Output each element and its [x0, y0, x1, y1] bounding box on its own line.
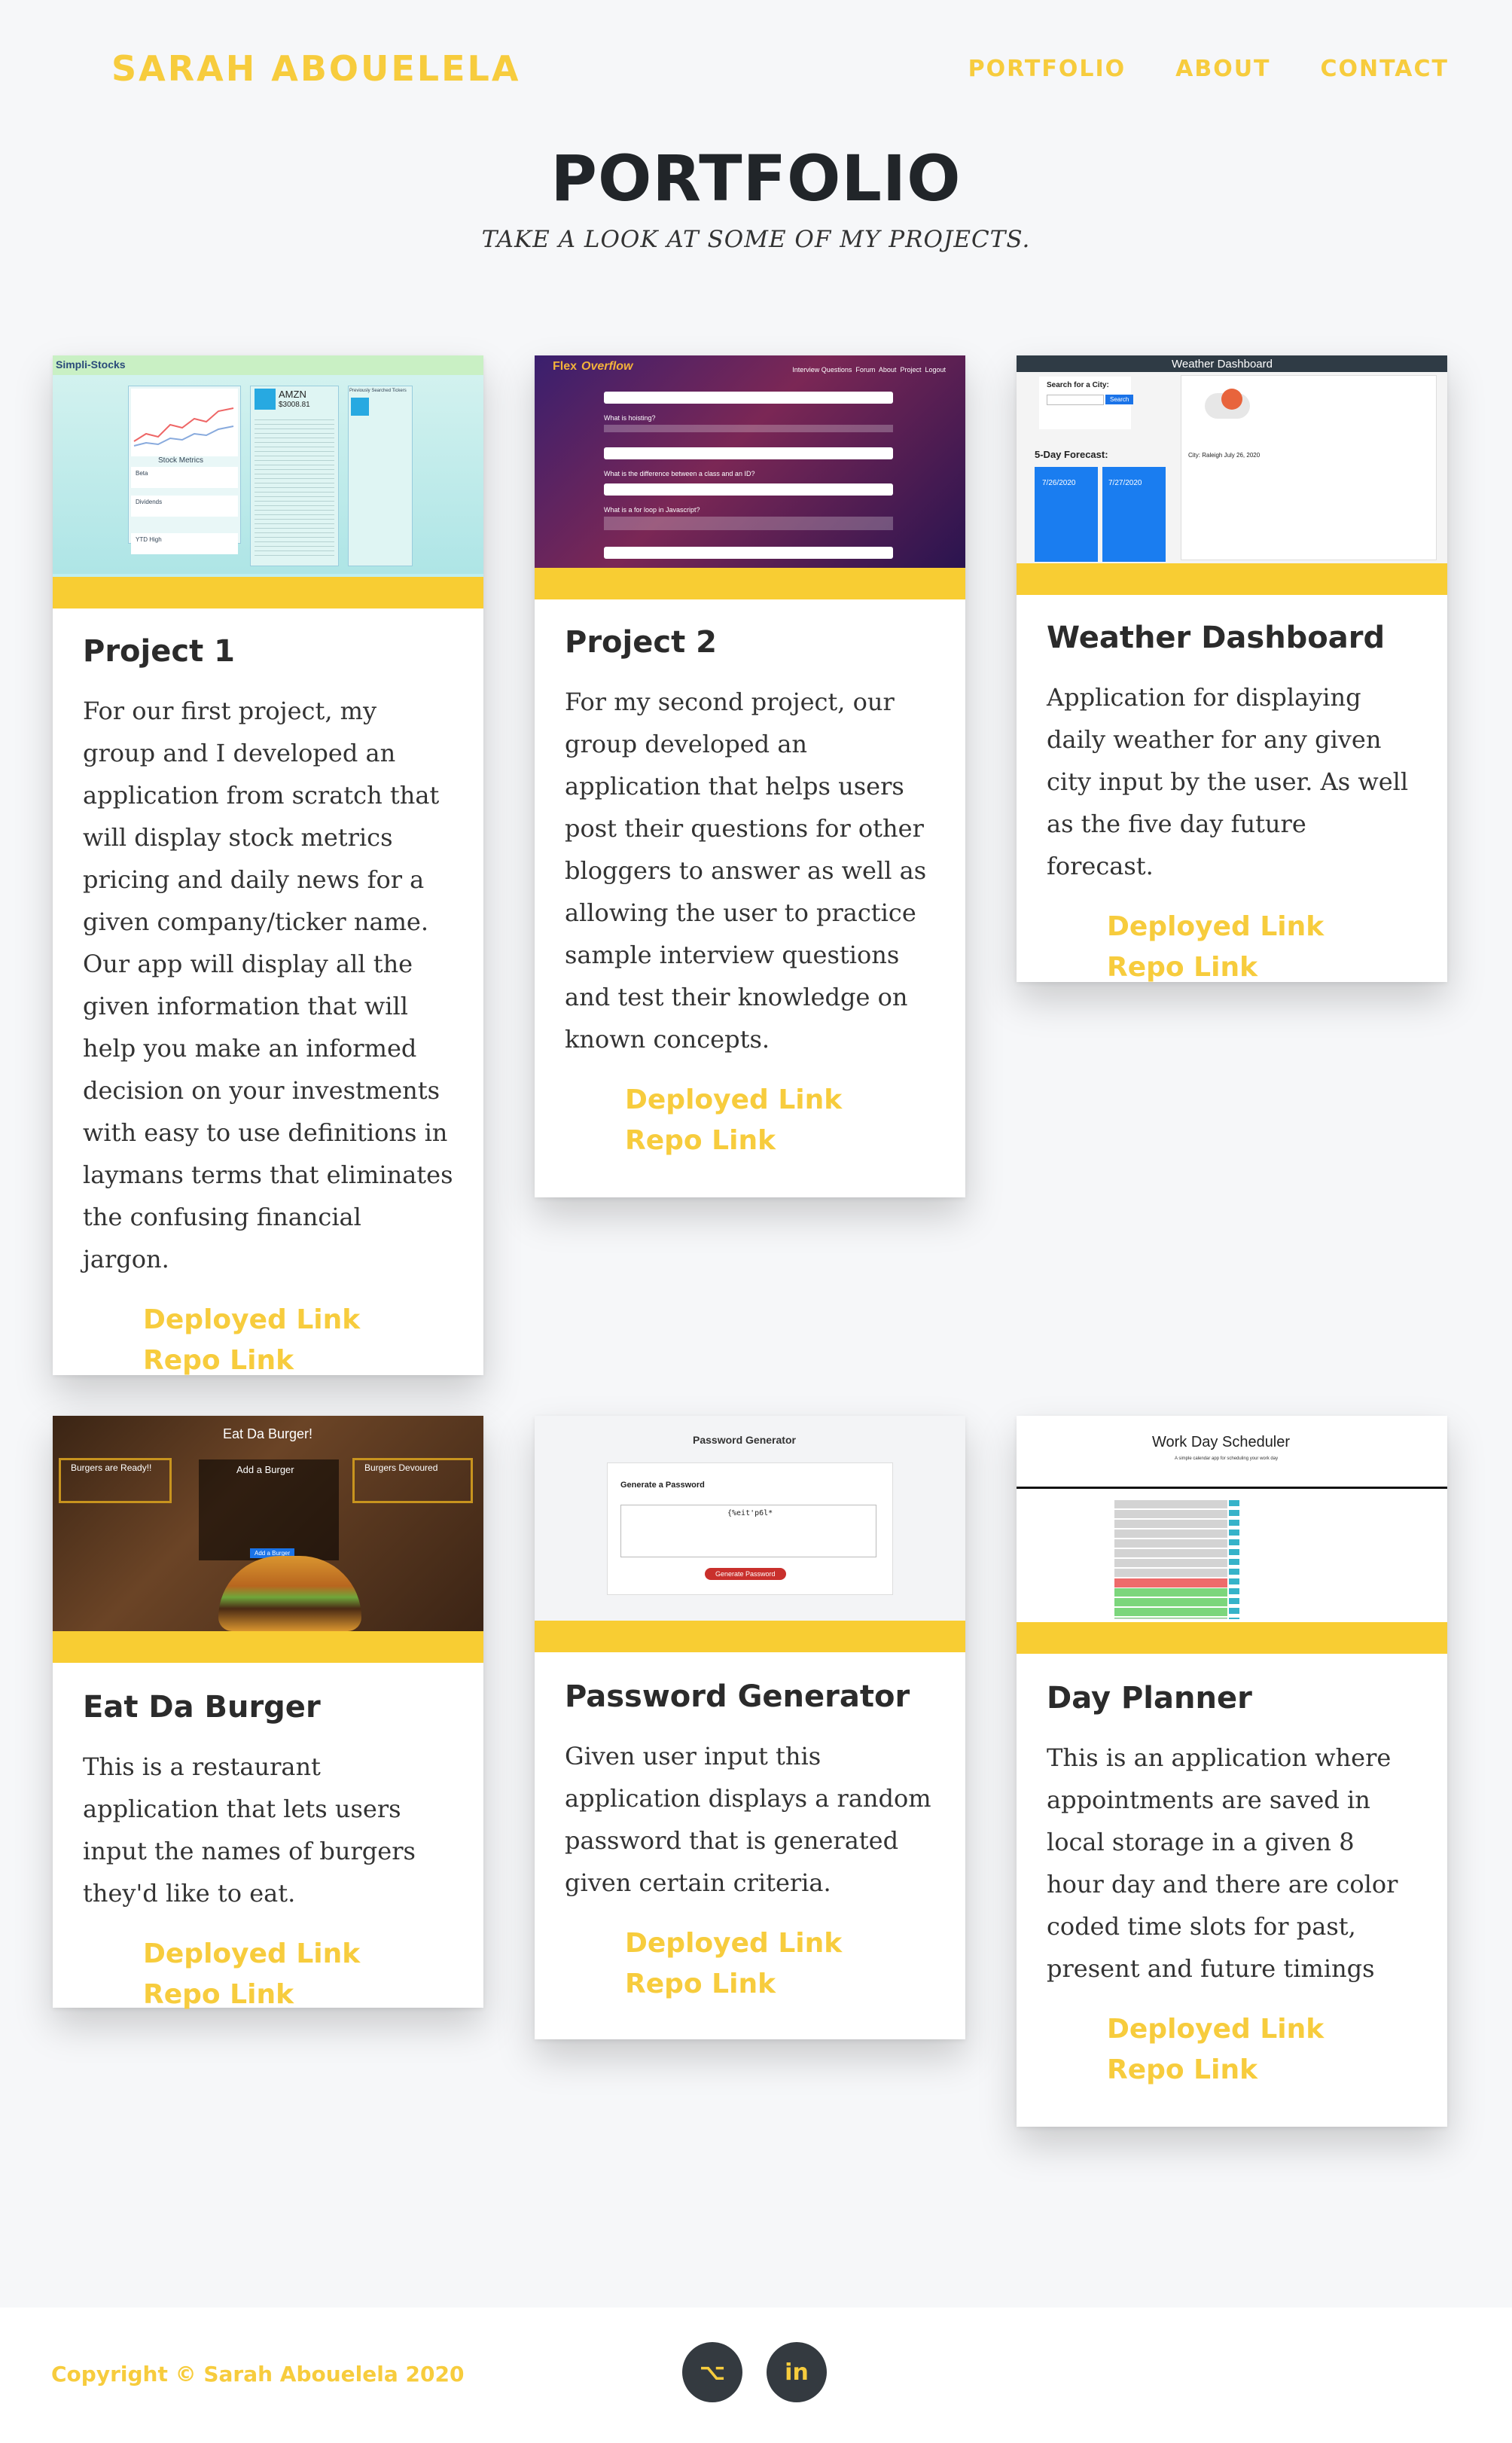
sun-icon: [1221, 389, 1242, 410]
accent-band: [535, 1621, 965, 1652]
repo-link[interactable]: Repo Link: [625, 1121, 935, 1161]
thumb-header: Weather Dashboard: [1172, 358, 1273, 371]
project-card: Simpli-Stocks Stock Metrics Beta Dividen…: [53, 355, 483, 1376]
repo-link[interactable]: Repo Link: [1107, 2050, 1417, 2091]
thumb-password: {%eit'p6l*: [727, 1509, 773, 1517]
thumb-question: What is a for loop in Javascript?: [604, 506, 700, 514]
thumb-price: $3008.81: [279, 401, 310, 409]
project-card: Eat Da Burger! Burgers are Ready!! Add a…: [53, 1416, 483, 2010]
project-title: Day Planner: [1047, 1681, 1252, 1716]
thumb-forecast: 5-Day Forecast:: [1035, 449, 1108, 460]
project-screenshot: Weather Dashboard Search for a City: Sea…: [1017, 355, 1447, 595]
project-screenshot: Simpli-Stocks Stock Metrics Beta Dividen…: [53, 355, 483, 608]
thumb-logo: Flex: [553, 360, 578, 373]
project-title: Project 1: [83, 634, 235, 669]
repo-link[interactable]: Repo Link: [1107, 947, 1417, 988]
github-icon: ⌥: [699, 2359, 726, 2386]
accent-band: [1017, 563, 1447, 595]
project-links: Deployed Link Repo Link: [83, 1934, 453, 2015]
thumb-row: YTD High: [136, 536, 162, 543]
nav-link-portfolio[interactable]: PORTFOLIO: [968, 56, 1126, 82]
repo-link[interactable]: Repo Link: [143, 1340, 453, 1381]
page-subtitle: TAKE A LOOK AT SOME OF MY PROJECTS.: [481, 226, 1031, 253]
project-description: This is an application where appointment…: [1047, 1743, 1398, 1983]
linkedin-icon: in: [785, 2359, 809, 2386]
thumb-col: Burgers are Ready!!: [71, 1462, 152, 1473]
thumb-row: Dividends: [136, 499, 163, 505]
project-description: For my second project, our group develop…: [565, 688, 927, 1054]
project-links: Deployed Link Repo Link: [1047, 2009, 1417, 2091]
nav-link-contact[interactable]: CONTACT: [1321, 56, 1449, 82]
thumb-question: What is the difference between a class a…: [604, 470, 755, 477]
project-links: Deployed Link Repo Link: [565, 1080, 935, 1161]
thumb-app-name: Simpli-Stocks: [56, 358, 126, 371]
project-title: Weather Dashboard: [1047, 621, 1385, 655]
accent-band: [535, 568, 965, 599]
project-screenshot: Password Generator Generate a Password {…: [535, 1416, 965, 1652]
project-card: Password Generator Generate a Password {…: [535, 1416, 965, 2039]
thumb-sub: A simple calendar app for scheduling you…: [1175, 1456, 1279, 1461]
thumb-city: City: Raleigh July 26, 2020: [1188, 452, 1261, 459]
thumb-header: Eat Da Burger!: [223, 1426, 313, 1441]
project-title: Project 2: [565, 625, 717, 660]
accent-band: [1017, 1622, 1447, 1654]
linkedin-button[interactable]: in: [767, 2342, 827, 2402]
thumb-logo: Overflow: [581, 360, 633, 373]
navbar: SARAH ABOUELELA PORTFOLIO ABOUT CONTACT: [0, 0, 1512, 143]
deployed-link[interactable]: Deployed Link: [143, 1300, 453, 1340]
project-description: This is a restaurant application that le…: [83, 1752, 416, 1908]
deployed-link[interactable]: Deployed Link: [1107, 907, 1417, 947]
project-description: Given user input this application displa…: [565, 1742, 931, 1897]
repo-link[interactable]: Repo Link: [143, 1975, 453, 2015]
project-links: Deployed Link Repo Link: [565, 1923, 935, 2005]
deployed-link[interactable]: Deployed Link: [625, 1080, 935, 1121]
copyright-text: Copyright © Sarah Abouelela 2020: [51, 2362, 465, 2387]
deployed-link[interactable]: Deployed Link: [143, 1934, 453, 1975]
deployed-link[interactable]: Deployed Link: [1107, 2009, 1417, 2050]
thumb-menu: Interview Questions Forum About Project …: [792, 366, 946, 374]
thumb-day: 7/26/2020: [1042, 479, 1076, 487]
burger-image: [218, 1556, 361, 1631]
thumb-col: Add a Burger: [236, 1464, 294, 1475]
project-card: Weather Dashboard Search for a City: Sea…: [1017, 355, 1447, 983]
thumb-generate-button: Generate Password: [705, 1568, 786, 1580]
project-description: Application for displaying daily weather…: [1047, 683, 1409, 880]
project-screenshot: Eat Da Burger! Burgers are Ready!! Add a…: [53, 1416, 483, 1663]
project-card: Flex Overflow Interview Questions Forum …: [535, 355, 965, 1197]
nav-links: PORTFOLIO ABOUT CONTACT: [968, 56, 1449, 82]
page-title: PORTFOLIO: [550, 142, 962, 215]
thumb-header: Password Generator: [693, 1434, 796, 1446]
nav-link-about[interactable]: ABOUT: [1175, 56, 1270, 82]
deployed-link[interactable]: Deployed Link: [625, 1923, 935, 1964]
thumb-header: Work Day Scheduler: [1152, 1434, 1291, 1450]
footer: Copyright © Sarah Abouelela 2020 ⌥ in: [0, 2307, 1512, 2443]
project-card: Work Day Scheduler A simple calendar app…: [1017, 1416, 1447, 2127]
thumb-side: Previously Searched Tickers: [349, 389, 407, 393]
project-links: Deployed Link Repo Link: [83, 1300, 453, 1381]
accent-band: [53, 1631, 483, 1663]
thumb-search: Search for a City:: [1047, 381, 1109, 389]
project-title: Password Generator: [565, 1679, 910, 1714]
project-screenshot: Work Day Scheduler A simple calendar app…: [1017, 1416, 1447, 1654]
thumb-question: What is hoisting?: [604, 414, 656, 422]
repo-link[interactable]: Repo Link: [625, 1964, 935, 2005]
thumb-day: 7/27/2020: [1108, 479, 1142, 487]
thumb-label: Generate a Password: [620, 1481, 705, 1490]
project-title: Eat Da Burger: [83, 1690, 321, 1725]
brand-link[interactable]: SARAH ABOUELELA: [111, 48, 520, 89]
project-screenshot: Flex Overflow Interview Questions Forum …: [535, 355, 965, 599]
project-links: Deployed Link Repo Link: [1047, 907, 1417, 988]
thumb-search-button: Search: [1105, 395, 1134, 404]
thumb-col: Burgers Devoured: [364, 1462, 438, 1473]
project-description: For our first project, my group and I de…: [83, 697, 453, 1273]
thumb-ticker: AMZN: [279, 389, 306, 400]
github-button[interactable]: ⌥: [682, 2342, 742, 2402]
thumb-row: Beta: [136, 470, 148, 477]
stock-chart-icon: [133, 407, 234, 447]
accent-band: [53, 577, 483, 608]
thumb-section: Stock Metrics: [158, 456, 204, 465]
